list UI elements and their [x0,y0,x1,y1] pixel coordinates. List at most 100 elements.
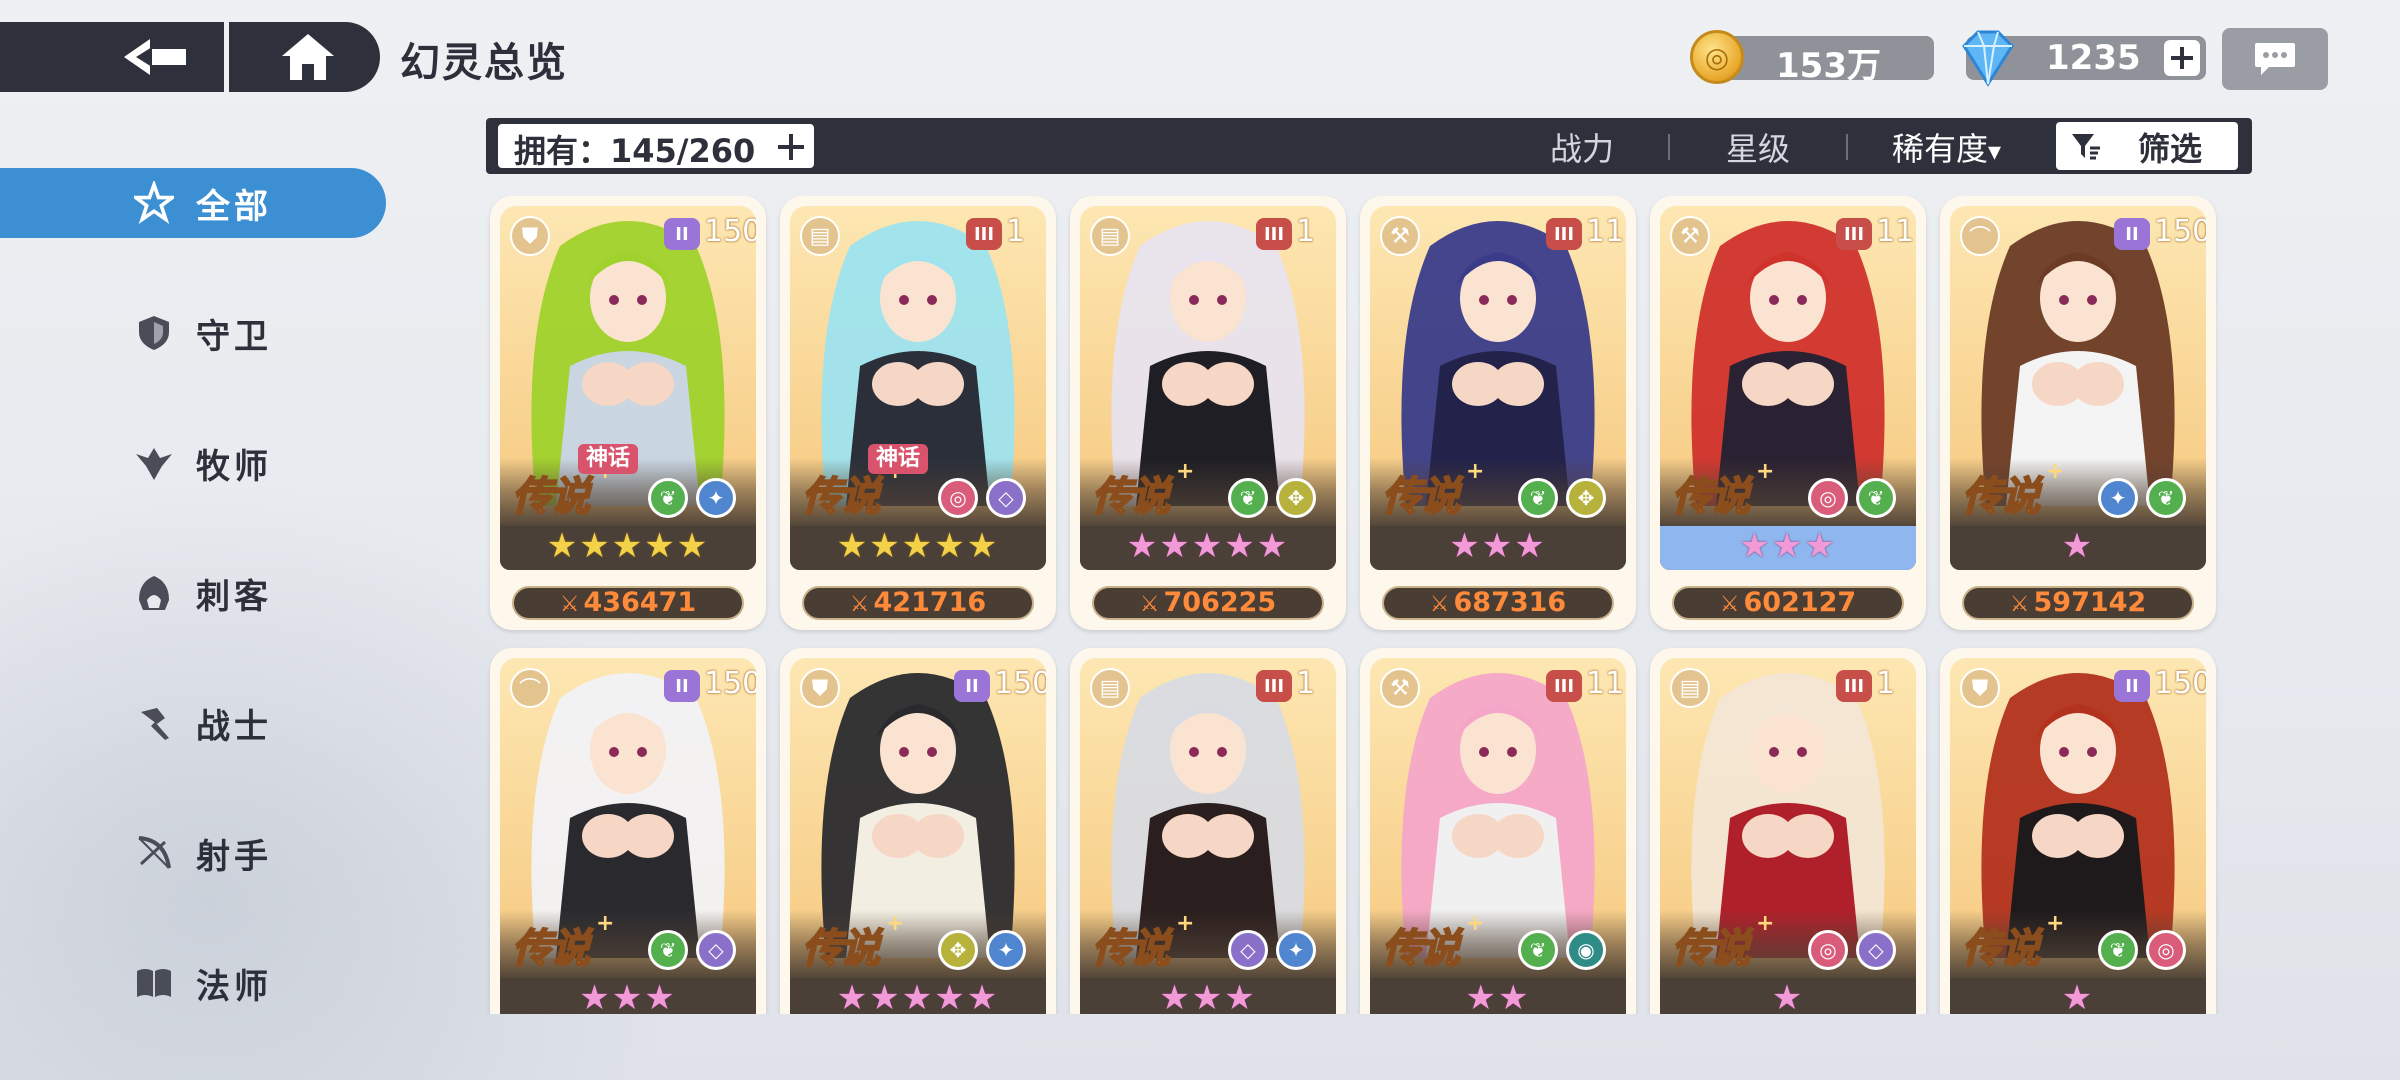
sort-rarity[interactable]: 稀有度▾ [1892,124,2001,170]
plus-icon [778,134,804,160]
back-button[interactable] [110,30,200,84]
shield-icon: ⛊ [1960,668,2000,708]
rarity-plus-mark: + [2046,911,2065,936]
sort-power[interactable]: 战力 [1550,124,1614,170]
bow-icon [134,833,174,873]
power-value: 602127 [1743,587,1857,618]
tier-badge: II [2114,218,2150,250]
owned-count-box[interactable]: 拥有：145/260 [498,124,814,170]
swirl-element-icon: ◎ [2146,930,2186,970]
power-value-row: ⚔ 706225 [1094,588,1322,620]
owned-count: 拥有：145/260 [514,132,756,170]
diamond-element-icon: ◇ [986,478,1026,518]
power-value-row: ⚔ 436471 [514,588,742,620]
swirl-element-icon: ◎ [1808,478,1848,518]
rarity-label: 传说 [1381,925,1461,973]
chat-button[interactable] [2222,28,2328,90]
power-value: 687316 [1453,587,1567,618]
leaf-element-icon: ❦ [648,930,688,970]
card-art-frame: ★★★★★ 传说 + ❦ ✥ ▤ III 1 [1080,206,1336,570]
rarity-label: 传说 [1671,925,1751,973]
hammer-icon [134,703,174,743]
sidebar-item-label: 守卫 [196,316,272,357]
sidebar-item-warrior[interactable]: 战士 [0,688,386,758]
power-value-row: ⚔ 597142 [1964,588,2192,620]
tier-number: 150 [2154,214,2206,249]
expand-button[interactable] [774,130,808,164]
sidebar-item-label: 刺客 [196,576,272,617]
plus-icon [2171,47,2193,69]
leaf-element-icon: ❦ [1856,478,1896,518]
filter-button[interactable]: 筛选 [2056,122,2238,170]
leaf-element-icon: ❦ [1228,478,1268,518]
card-art-frame: ★★★ 传说 + ◇ ✦ ▤ III 1 [1080,658,1336,1014]
tier-number: 1 [1876,666,1896,701]
star-rating: ★★★ [1159,978,1257,1014]
rarity-plus-mark: + [2046,459,2065,484]
spirit-card[interactable]: ★★★ 传说 + ◇ ✦ ▤ III 1 [1070,648,1346,1014]
spirit-card[interactable]: ★★ 传说 + ❦ ◉ ⚒ III 11 [1360,648,1636,1014]
tier-badge: III [1256,670,1292,702]
home-button[interactable] [268,30,348,84]
leaf-element-icon: ❦ [648,478,688,518]
wings-element-icon: ✥ [938,930,978,970]
rarity-label: 传说 [1961,925,2041,973]
star-rating: ★★★ [1739,526,1837,566]
leaf-element-icon: ❦ [2146,478,2186,518]
page-title: 幻灵总览 [400,40,568,86]
sidebar-item-label: 法师 [196,966,272,1007]
spirit-card[interactable]: ★★★★★ 传说 + 神话 ◎ ◇ ▤ III 1 ⚔421716 [780,196,1056,630]
tier-number: 1 [1296,666,1316,701]
power-value-row: ⚔ 602127 [1674,588,1902,620]
rarity-label: 传说 [801,473,881,521]
power-value: 597142 [2033,587,2147,618]
leaf-element-icon: ❦ [1518,478,1558,518]
book-icon: ▤ [1090,668,1130,708]
star-rating: ★★ [1465,978,1531,1014]
star-rating: ★★★ [1449,526,1547,566]
spirit-card[interactable]: ★★★★★ 传说 + ❦ ✥ ▤ III 1 ⚔ 706225 [1070,196,1346,630]
card-art-frame: ★★★ 传说 + ❦ ✥ ⚒ III 11 [1370,206,1626,570]
sort-star[interactable]: 星级 [1726,124,1790,170]
card-art-frame: ★★ 传说 + ❦ ◉ ⚒ III 11 [1370,658,1626,1014]
bow-icon: ⌒ [510,668,550,708]
tier-number: 150 [704,666,756,701]
tier-number: 150 [994,666,1046,701]
nav-separator [224,22,229,92]
star-rating: ★★★★★ [836,526,1000,566]
sidebar-item-label: 射手 [196,836,272,877]
sidebar-item-all[interactable]: 全部 [0,168,386,238]
spirit-card[interactable]: ★★★ 传说 + ❦ ✥ ⚒ III 11 ⚔ 687316 [1360,196,1636,630]
sidebar-item-guard[interactable]: 守卫 [0,298,386,368]
tier-number: 11 [1586,666,1625,701]
book-icon: ▤ [800,216,840,256]
tier-number: 11 [1876,214,1915,249]
add-gems-button[interactable] [2164,40,2200,76]
spirit-card[interactable]: ★ 传说 + ✦ ❦ ⌒ II 150 ⚔ 597142 [1940,196,2216,630]
card-art-frame: ★★★★★ 传说 + 神话 ◎ ◇ ▤ III 1 [790,206,1046,570]
sidebar-item-archer[interactable]: 射手 [0,818,386,888]
sidebar-item-mage[interactable]: 法师 [0,948,386,1018]
spirit-card[interactable]: ★ 传说 + ❦ ◎ ⛊ II 150 [1940,648,2216,1014]
sidebar-item-assassin[interactable]: 刺客 [0,558,386,628]
spirit-card[interactable]: ★★★★★ 传说 + 神话 ❦ ✦ ⛊ II 150 ⚔436471 [490,196,766,630]
rarity-label: 传说 [1091,473,1171,521]
crossed-swords-icon: ⚔ [2009,592,2030,617]
rarity-label: 传说 [1381,473,1461,521]
power-value: 436471 [583,587,697,618]
sidebar-item-priest[interactable]: 牧师 [0,428,386,498]
spirit-card[interactable]: ★ 传说 + ◎ ◇ ▤ III 1 [1650,648,1926,1014]
rarity-plus-mark: + [1176,459,1195,484]
power-value: 706225 [1163,587,1277,618]
rarity-label: 传说 [1091,925,1171,973]
rarity-plus-mark: + [886,911,905,936]
tier-badge: III [1546,218,1582,250]
card-art-frame: ★★★ 传说 + ❦ ◇ ⌒ II 150 [500,658,756,1014]
spirit-card[interactable]: ★★★★★ 传说 + ✥ ✦ ⛊ II 150 [780,648,1056,1014]
spirit-card[interactable]: ★★★ 传说 + ◎ ❦ ⚒ III 11 ⚔ 602127 [1650,196,1926,630]
gold-currency[interactable]: ◎ 153万 [1690,30,1934,86]
gold-amount: 153万 [1776,46,1881,86]
rarity-label: 传说 [511,473,591,521]
spirit-card[interactable]: ★★★ 传说 + ❦ ◇ ⌒ II 150 [490,648,766,1014]
sidebar-item-label: 牧师 [196,446,272,487]
